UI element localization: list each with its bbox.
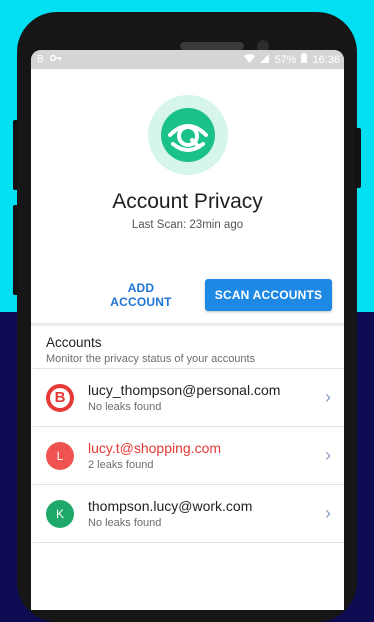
add-account-button[interactable]: ADD ACCOUNT	[91, 279, 191, 311]
account-avatar: B	[46, 383, 74, 412]
app-screen: B 57% 16:36 Account Privacy Last Scan: 2…	[31, 50, 344, 610]
accounts-title: Accounts	[46, 335, 102, 350]
account-status: 2 leaks found	[88, 459, 154, 471]
key-icon	[49, 54, 62, 65]
account-avatar: K	[46, 499, 74, 528]
last-scan-text: Last Scan: 23min ago	[131, 219, 244, 231]
avatar-letter: K	[55, 506, 64, 521]
chevron-right-icon: ›	[325, 445, 331, 465]
account-email: lucy_thompson@personal.com	[88, 382, 281, 398]
account-email: lucy.t@shopping.com	[88, 440, 222, 456]
power-button	[355, 128, 361, 188]
accounts-list: B lucy_thompson@personal.com No leaks fo…	[31, 368, 344, 543]
scan-accounts-button[interactable]: SCAN ACCOUNTS	[205, 279, 332, 311]
account-email: thompson.lucy@work.com	[88, 498, 253, 514]
eye-shield-icon	[148, 95, 228, 175]
wifi-icon	[244, 53, 256, 66]
avatar-letter: B	[50, 387, 70, 408]
account-row[interactable]: K thompson.lucy@work.com No leaks found …	[33, 484, 344, 543]
account-row[interactable]: B lucy_thompson@personal.com No leaks fo…	[33, 368, 344, 426]
chevron-right-icon: ›	[325, 503, 331, 523]
speaker-grille	[180, 42, 244, 50]
chevron-right-icon: ›	[325, 387, 331, 407]
accounts-subtitle: Monitor the privacy status of your accou…	[46, 353, 256, 365]
accounts-header: Accounts Monitor the privacy status of y…	[31, 327, 344, 368]
avatar-letter: L	[56, 448, 64, 463]
account-row[interactable]: L lucy.t@shopping.com 2 leaks found ›	[33, 426, 344, 484]
account-status: No leaks found	[88, 401, 162, 413]
page-title: Account Privacy	[112, 190, 263, 213]
hero-section: Account Privacy Last Scan: 23min ago ADD…	[31, 69, 344, 323]
battery-percent: 57%	[274, 53, 297, 66]
account-avatar: L	[46, 441, 74, 470]
clock: 16:36	[312, 53, 340, 66]
status-bar: B 57% 16:36	[31, 50, 344, 69]
b-icon: B	[37, 53, 44, 65]
signal-icon	[260, 53, 270, 66]
battery-icon	[301, 53, 308, 66]
account-status: No leaks found	[88, 517, 162, 529]
